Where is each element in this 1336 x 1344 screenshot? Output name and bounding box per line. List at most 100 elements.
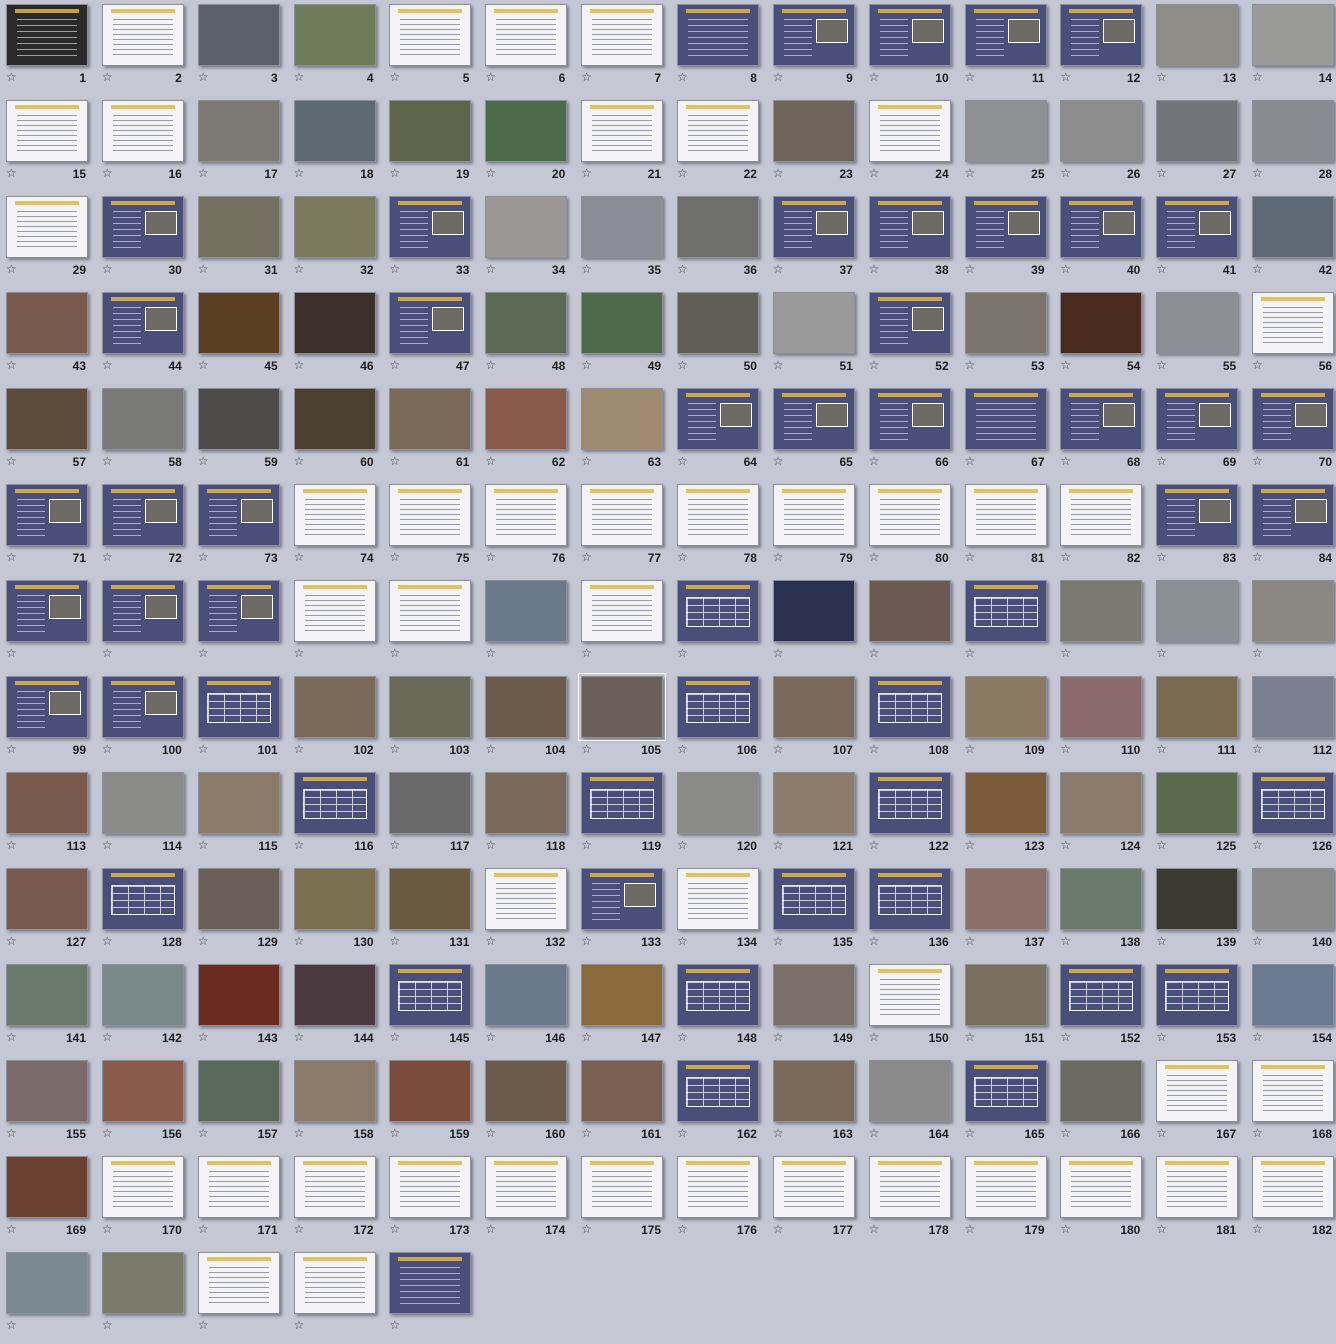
- slide-thumbnail-item[interactable]: ☆ 30: [100, 192, 196, 288]
- slide-thumbnail[interactable]: [964, 676, 1047, 738]
- slide-thumbnail-item[interactable]: ☆: [196, 1248, 292, 1344]
- slide-thumbnail[interactable]: [581, 388, 664, 450]
- slide-thumbnail[interactable]: [676, 1060, 759, 1122]
- slide-thumbnail-item[interactable]: ☆ 39: [963, 192, 1059, 288]
- slide-thumbnail-item[interactable]: ☆ 149: [771, 960, 867, 1056]
- slide-thumbnail[interactable]: [197, 1060, 280, 1122]
- slide-thumbnail-item[interactable]: ☆ 169: [4, 1152, 100, 1248]
- slide-thumbnail[interactable]: [485, 196, 568, 258]
- slide-thumbnail[interactable]: [1252, 388, 1335, 450]
- slide-thumbnail[interactable]: [964, 964, 1047, 1026]
- slide-thumbnail-item[interactable]: ☆ 76: [483, 480, 579, 576]
- slide-thumbnail[interactable]: [581, 580, 664, 642]
- slide-thumbnail[interactable]: [1156, 772, 1239, 834]
- slide-thumbnail[interactable]: [485, 772, 568, 834]
- slide-thumbnail-item[interactable]: ☆ 23: [771, 96, 867, 192]
- slide-thumbnail[interactable]: [485, 388, 568, 450]
- slide-thumbnail-item[interactable]: ☆ 175: [579, 1152, 675, 1248]
- slide-thumbnail-item[interactable]: ☆ 160: [483, 1056, 579, 1152]
- slide-thumbnail-item[interactable]: ☆ 122: [867, 768, 963, 864]
- slide-thumbnail-item[interactable]: ☆ 45: [196, 288, 292, 384]
- slide-thumbnail[interactable]: [772, 580, 855, 642]
- slide-thumbnail[interactable]: [485, 100, 568, 162]
- slide-thumbnail-item[interactable]: ☆ 82: [1058, 480, 1154, 576]
- slide-thumbnail[interactable]: [964, 868, 1047, 930]
- slide-thumbnail[interactable]: [676, 868, 759, 930]
- slide-thumbnail-item[interactable]: ☆ 31: [196, 192, 292, 288]
- slide-thumbnail-item[interactable]: ☆ 118: [483, 768, 579, 864]
- slide-thumbnail-item[interactable]: ☆ 180: [1058, 1152, 1154, 1248]
- slide-thumbnail-item[interactable]: ☆ 46: [292, 288, 388, 384]
- slide-thumbnail[interactable]: [197, 1156, 280, 1218]
- slide-thumbnail[interactable]: [1060, 772, 1143, 834]
- slide-thumbnail[interactable]: [389, 964, 472, 1026]
- slide-thumbnail[interactable]: [101, 4, 184, 66]
- slide-thumbnail-item[interactable]: ☆ 104: [483, 672, 579, 768]
- slide-thumbnail[interactable]: [197, 580, 280, 642]
- slide-thumbnail-item[interactable]: ☆ 136: [867, 864, 963, 960]
- slide-thumbnail-item[interactable]: ☆ 116: [292, 768, 388, 864]
- slide-thumbnail-item[interactable]: ☆ 20: [483, 96, 579, 192]
- slide-thumbnail[interactable]: [197, 292, 280, 354]
- slide-thumbnail[interactable]: [578, 673, 667, 741]
- slide-thumbnail-item[interactable]: ☆ 138: [1058, 864, 1154, 960]
- slide-thumbnail-item[interactable]: ☆ 43: [4, 288, 100, 384]
- slide-thumbnail[interactable]: [101, 676, 184, 738]
- slide-thumbnail-item[interactable]: ☆ 153: [1154, 960, 1250, 1056]
- slide-thumbnail-item[interactable]: ☆: [196, 576, 292, 672]
- slide-thumbnail-item[interactable]: ☆ 119: [579, 768, 675, 864]
- slide-thumbnail[interactable]: [964, 4, 1047, 66]
- slide-thumbnail[interactable]: [868, 100, 951, 162]
- slide-thumbnail-item[interactable]: ☆ 15: [4, 96, 100, 192]
- slide-thumbnail[interactable]: [964, 196, 1047, 258]
- slide-thumbnail-item[interactable]: ☆ 126: [1250, 768, 1336, 864]
- slide-thumbnail-item[interactable]: ☆ 13: [1154, 0, 1250, 96]
- slide-thumbnail-item[interactable]: ☆ 109: [963, 672, 1059, 768]
- slide-thumbnail[interactable]: [868, 292, 951, 354]
- slide-thumbnail-item[interactable]: ☆: [100, 576, 196, 672]
- slide-thumbnail[interactable]: [6, 964, 88, 1026]
- slide-thumbnail-item[interactable]: ☆ 2: [100, 0, 196, 96]
- slide-thumbnail-item[interactable]: ☆ 44: [100, 288, 196, 384]
- slide-thumbnail[interactable]: [6, 580, 88, 642]
- slide-thumbnail-item[interactable]: ☆ 123: [963, 768, 1059, 864]
- slide-thumbnail-item[interactable]: ☆ 32: [292, 192, 388, 288]
- slide-thumbnail[interactable]: [581, 100, 664, 162]
- slide-thumbnail[interactable]: [197, 868, 280, 930]
- slide-thumbnail-item[interactable]: ☆ 53: [963, 288, 1059, 384]
- slide-thumbnail-item[interactable]: ☆ 147: [579, 960, 675, 1056]
- slide-thumbnail[interactable]: [389, 388, 472, 450]
- slide-thumbnail-item[interactable]: ☆ 125: [1154, 768, 1250, 864]
- slide-thumbnail-item[interactable]: ☆ 14: [1250, 0, 1336, 96]
- slide-thumbnail[interactable]: [6, 1156, 88, 1218]
- slide-thumbnail-item[interactable]: ☆ 155: [4, 1056, 100, 1152]
- slide-thumbnail[interactable]: [101, 1156, 184, 1218]
- slide-thumbnail-item[interactable]: ☆ 132: [483, 864, 579, 960]
- slide-thumbnail-item[interactable]: ☆ 80: [867, 480, 963, 576]
- slide-thumbnail[interactable]: [101, 292, 184, 354]
- slide-thumbnail-item[interactable]: ☆ 157: [196, 1056, 292, 1152]
- slide-thumbnail[interactable]: [1156, 484, 1239, 546]
- slide-thumbnail[interactable]: [293, 196, 376, 258]
- slide-thumbnail-item[interactable]: ☆ 113: [4, 768, 100, 864]
- slide-thumbnail-item[interactable]: ☆ 65: [771, 384, 867, 480]
- slide-thumbnail-item[interactable]: ☆ 63: [579, 384, 675, 480]
- slide-thumbnail-item[interactable]: ☆ 124: [1058, 768, 1154, 864]
- slide-thumbnail-item[interactable]: ☆ 130: [292, 864, 388, 960]
- slide-thumbnail-item[interactable]: ☆: [963, 576, 1059, 672]
- slide-thumbnail-item[interactable]: ☆ 120: [675, 768, 771, 864]
- slide-thumbnail-item[interactable]: ☆ 164: [867, 1056, 963, 1152]
- slide-thumbnail-item[interactable]: ☆ 70: [1250, 384, 1336, 480]
- slide-thumbnail[interactable]: [389, 1252, 472, 1314]
- slide-thumbnail[interactable]: [1156, 868, 1239, 930]
- slide-thumbnail[interactable]: [1252, 964, 1335, 1026]
- slide-thumbnail-item[interactable]: ☆ 137: [963, 864, 1059, 960]
- slide-thumbnail[interactable]: [6, 196, 88, 258]
- slide-thumbnail-item[interactable]: ☆ 72: [100, 480, 196, 576]
- slide-thumbnail-item[interactable]: ☆ 1: [4, 0, 100, 96]
- slide-thumbnail-item[interactable]: ☆ 4: [292, 0, 388, 96]
- slide-thumbnail[interactable]: [772, 484, 855, 546]
- slide-thumbnail[interactable]: [1156, 676, 1239, 738]
- slide-thumbnail[interactable]: [101, 964, 184, 1026]
- slide-thumbnail[interactable]: [1252, 4, 1335, 66]
